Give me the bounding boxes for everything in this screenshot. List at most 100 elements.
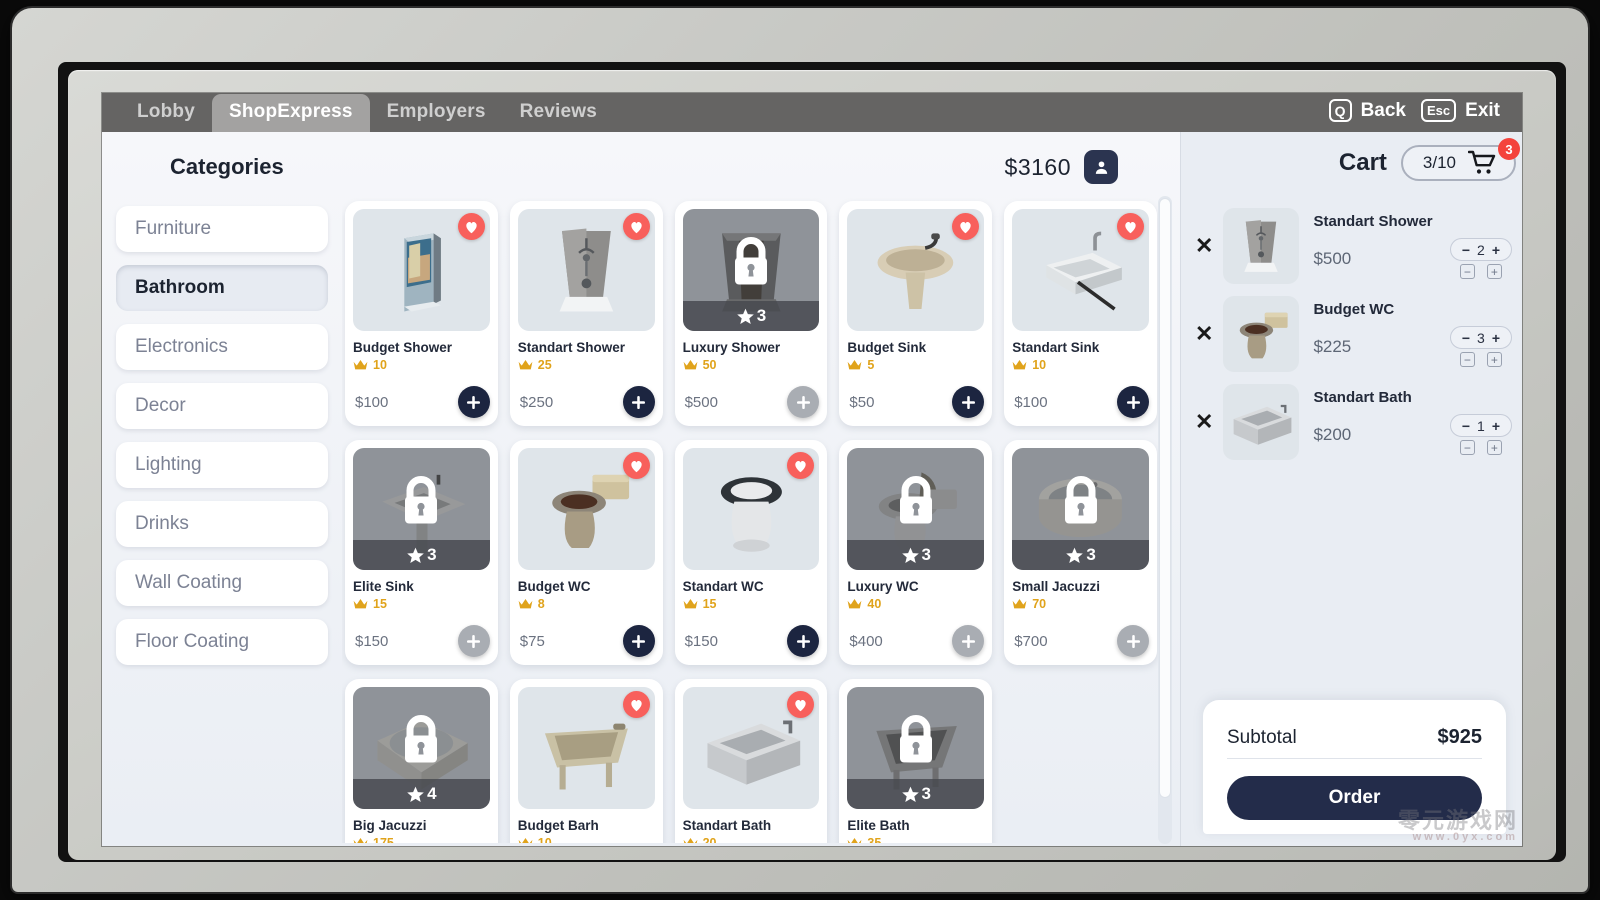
exit-label[interactable]: Exit (1465, 100, 1500, 122)
product-title: Standart Bath (682, 818, 772, 833)
product-card[interactable]: Budget Barh 10 (509, 679, 663, 843)
stepper-plus-icon[interactable]: + (1486, 352, 1502, 367)
product-card[interactable]: 3 Luxury WC 40 $400 (839, 440, 993, 665)
add-to-cart-button[interactable] (457, 386, 490, 418)
category-item-electronics[interactable]: Electronics (116, 324, 328, 370)
nav-tab-lobby[interactable]: Lobby (120, 94, 212, 132)
product-thumbnail (517, 687, 655, 809)
product-title: Budget Shower (353, 340, 453, 355)
requirement-value: 10 (1032, 358, 1047, 372)
order-button[interactable]: Order (1227, 776, 1482, 820)
product-requirement: 20 (683, 836, 820, 843)
cart-capacity-button[interactable]: 3/10 3 (1400, 138, 1520, 181)
category-item-wall-coating[interactable]: Wall Coating (116, 560, 328, 606)
category-item-floor-coating[interactable]: Floor Coating (116, 619, 328, 665)
remove-item-icon[interactable]: ✕ (1195, 411, 1213, 433)
product-card[interactable]: Budget Sink 5 $50 (839, 201, 993, 426)
navbar-shortcuts: Q Back Esc Exit (1328, 99, 1506, 122)
add-to-cart-button[interactable] (622, 625, 655, 657)
product-card[interactable]: Standart Sink 10 $100 (1004, 201, 1157, 426)
product-title: Budget WC (517, 579, 591, 594)
add-to-cart-button[interactable] (622, 386, 655, 418)
crown-icon (848, 360, 862, 370)
lock-icon (893, 715, 939, 772)
favorite-heart-icon[interactable] (1117, 213, 1144, 240)
favorite-heart-icon[interactable] (457, 213, 485, 240)
nav-tab-shopexpress[interactable]: ShopExpress (212, 94, 370, 132)
nav-tab-reviews[interactable]: Reviews (503, 94, 614, 132)
plus-icon (796, 634, 810, 648)
product-requirement: 35 (847, 836, 984, 843)
increase-quantity-button[interactable]: + (1492, 242, 1500, 258)
add-to-cart-button[interactable] (952, 386, 985, 418)
category-label: Electronics (135, 336, 228, 357)
increase-quantity-button[interactable]: + (1492, 418, 1500, 434)
product-grid: Budget Shower 10 $100 Standart Shower 25 $250… (342, 198, 1160, 843)
star-count: 3 (756, 306, 767, 325)
remove-item-icon[interactable]: ✕ (1195, 235, 1213, 257)
category-item-drinks[interactable]: Drinks (116, 501, 328, 547)
product-card[interactable]: Budget WC 8 $75 (509, 440, 663, 665)
product-card[interactable]: 3 Luxury Shower 50 $500 (674, 201, 828, 426)
product-card[interactable]: 3 Elite Sink 15 $150 (345, 440, 498, 665)
product-card[interactable]: 3 Small Jacuzzi 70 $700 (1004, 440, 1157, 665)
category-item-furniture[interactable]: Furniture (116, 206, 328, 252)
decrease-quantity-button[interactable]: − (1462, 242, 1470, 258)
stepper-minus-icon[interactable]: − (1459, 352, 1475, 367)
cart-header: Cart 3/10 3 (1181, 132, 1522, 194)
nav-tab-employers[interactable]: Employers (370, 94, 503, 132)
product-card[interactable]: Standart Bath 20 (674, 679, 828, 843)
quantity-block: −1 + − + (1449, 414, 1512, 455)
scrollbar-thumb[interactable] (1159, 198, 1171, 798)
product-footer: $150 (685, 625, 820, 657)
product-price: $400 (849, 632, 883, 650)
increase-quantity-button[interactable]: + (1492, 330, 1500, 346)
stepper-minus-icon[interactable]: − (1459, 264, 1475, 279)
product-thumbnail: 3 (682, 209, 820, 331)
product-grid-scrollbar[interactable] (1158, 196, 1172, 844)
requirement-value: 40 (867, 597, 882, 611)
key-q-icon[interactable]: Q (1328, 99, 1352, 122)
cart-item-count-badge: 3 (1498, 138, 1520, 160)
remove-item-icon[interactable]: ✕ (1195, 323, 1213, 345)
product-requirement: 5 (847, 358, 984, 372)
stepper-minus-icon[interactable]: − (1459, 440, 1475, 455)
favorite-heart-icon[interactable] (952, 213, 980, 240)
product-card[interactable]: Standart Shower 25 $250 (509, 201, 663, 426)
back-label[interactable]: Back (1361, 100, 1406, 122)
product-card[interactable]: 4 Big Jacuzzi 175 (345, 679, 498, 843)
category-item-lighting[interactable]: Lighting (116, 442, 328, 488)
stepper-plus-icon[interactable]: + (1486, 264, 1502, 279)
product-footer: $100 (1014, 386, 1149, 418)
favorite-heart-icon[interactable] (622, 691, 650, 718)
add-to-cart-button (952, 625, 985, 657)
favorite-heart-icon[interactable] (622, 452, 650, 479)
product-requirement: 15 (353, 597, 490, 611)
product-card[interactable]: 3 Elite Bath 35 (839, 679, 993, 843)
decrease-quantity-button[interactable]: − (1462, 418, 1470, 434)
cart-item-info: Standart Bath $200−1 + − + (1309, 389, 1512, 455)
category-item-bathroom[interactable]: Bathroom (116, 265, 328, 311)
quantity-value: 2 (1477, 241, 1485, 258)
lock-icon (728, 237, 774, 294)
star-icon (901, 786, 919, 802)
product-title: Budget Sink (847, 340, 927, 355)
add-to-cart-button[interactable] (1117, 386, 1149, 418)
product-card[interactable]: Budget Shower 10 $100 (345, 201, 498, 426)
product-footer: $50 (849, 386, 985, 418)
star-requirement-badge: 3 (847, 779, 985, 809)
favorite-heart-icon[interactable] (622, 213, 650, 240)
decrease-quantity-button[interactable]: − (1462, 330, 1470, 346)
product-thumbnail (1012, 209, 1149, 331)
product-card[interactable]: Standart WC 15 $150 (674, 440, 828, 665)
key-esc-icon[interactable]: Esc (1421, 99, 1457, 122)
requirement-value: 10 (373, 358, 387, 372)
category-item-decor[interactable]: Decor (116, 383, 328, 429)
stepper-plus-icon[interactable]: + (1486, 440, 1502, 455)
add-to-cart-button[interactable] (787, 625, 820, 657)
quantity-steppers: − + (1459, 352, 1502, 367)
add-to-cart-button (787, 386, 820, 418)
crown-icon (518, 360, 533, 370)
profile-button[interactable] (1084, 150, 1118, 184)
player-balance: $3160 (1004, 153, 1071, 180)
